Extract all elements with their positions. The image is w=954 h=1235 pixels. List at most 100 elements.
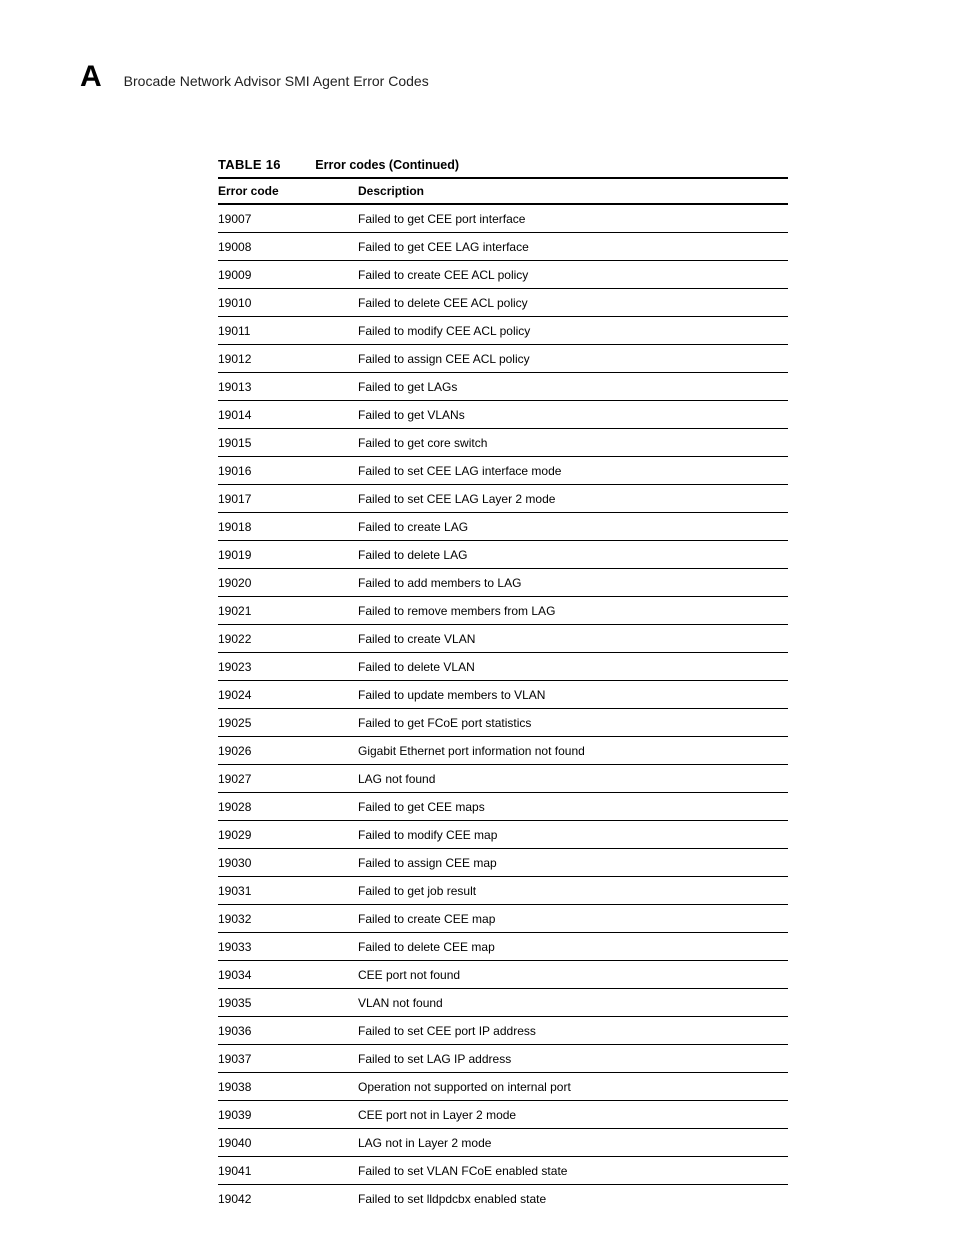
error-code-cell: 19014 [218, 401, 358, 429]
table-row: 19025Failed to get FCoE port statistics [218, 709, 788, 737]
error-desc-cell: Failed to delete VLAN [358, 653, 788, 681]
error-code-cell: 19016 [218, 457, 358, 485]
error-code-cell: 19027 [218, 765, 358, 793]
error-code-cell: 19034 [218, 961, 358, 989]
error-code-cell: 19025 [218, 709, 358, 737]
error-code-cell: 19011 [218, 317, 358, 345]
error-code-cell: 19042 [218, 1185, 358, 1213]
error-desc-cell: Failed to set VLAN FCoE enabled state [358, 1157, 788, 1185]
error-desc-cell: Failed to modify CEE ACL policy [358, 317, 788, 345]
error-desc-cell: Failed to add members to LAG [358, 569, 788, 597]
error-desc-cell: VLAN not found [358, 989, 788, 1017]
table-row: 19015Failed to get core switch [218, 429, 788, 457]
table-row: 19008Failed to get CEE LAG interface [218, 233, 788, 261]
page-header-title: Brocade Network Advisor SMI Agent Error … [124, 73, 429, 89]
error-code-cell: 19022 [218, 625, 358, 653]
table-row: 19037Failed to set LAG IP address [218, 1045, 788, 1073]
error-code-cell: 19009 [218, 261, 358, 289]
col-header-code: Error code [218, 179, 358, 204]
table-row: 19035VLAN not found [218, 989, 788, 1017]
page-header: A Brocade Network Advisor SMI Agent Erro… [80, 60, 874, 94]
error-desc-cell: Gigabit Ethernet port information not fo… [358, 737, 788, 765]
error-code-cell: 19012 [218, 345, 358, 373]
error-desc-cell: Failed to create LAG [358, 513, 788, 541]
error-desc-cell: Failed to get job result [358, 877, 788, 905]
error-codes-table: Error code Description 19007Failed to ge… [218, 179, 788, 1212]
error-desc-cell: Operation not supported on internal port [358, 1073, 788, 1101]
table-row: 19029Failed to modify CEE map [218, 821, 788, 849]
table-row: 19012Failed to assign CEE ACL policy [218, 345, 788, 373]
error-desc-cell: Failed to get FCoE port statistics [358, 709, 788, 737]
table-row: 19034CEE port not found [218, 961, 788, 989]
table-row: 19031Failed to get job result [218, 877, 788, 905]
error-code-cell: 19040 [218, 1129, 358, 1157]
table-caption-title: Error codes (Continued) [315, 158, 459, 172]
error-desc-cell: Failed to get CEE maps [358, 793, 788, 821]
table-row: 19032Failed to create CEE map [218, 905, 788, 933]
table-header-row: Error code Description [218, 179, 788, 204]
error-code-cell: 19032 [218, 905, 358, 933]
error-code-cell: 19033 [218, 933, 358, 961]
error-code-cell: 19030 [218, 849, 358, 877]
error-code-cell: 19036 [218, 1017, 358, 1045]
error-code-cell: 19024 [218, 681, 358, 709]
error-desc-cell: Failed to modify CEE map [358, 821, 788, 849]
error-code-cell: 19037 [218, 1045, 358, 1073]
table-row: 19024Failed to update members to VLAN [218, 681, 788, 709]
error-desc-cell: LAG not in Layer 2 mode [358, 1129, 788, 1157]
error-desc-cell: Failed to get CEE LAG interface [358, 233, 788, 261]
error-desc-cell: Failed to remove members from LAG [358, 597, 788, 625]
error-desc-cell: Failed to delete CEE ACL policy [358, 289, 788, 317]
error-code-cell: 19026 [218, 737, 358, 765]
table-row: 19019Failed to delete LAG [218, 541, 788, 569]
error-desc-cell: Failed to get LAGs [358, 373, 788, 401]
error-code-cell: 19038 [218, 1073, 358, 1101]
table-row: 19017Failed to set CEE LAG Layer 2 mode [218, 485, 788, 513]
error-code-cell: 19039 [218, 1101, 358, 1129]
error-code-cell: 19023 [218, 653, 358, 681]
error-desc-cell: Failed to set CEE LAG Layer 2 mode [358, 485, 788, 513]
error-desc-cell: Failed to set lldpdcbx enabled state [358, 1185, 788, 1213]
error-code-cell: 19029 [218, 821, 358, 849]
table-row: 19036Failed to set CEE port IP address [218, 1017, 788, 1045]
error-desc-cell: Failed to get CEE port interface [358, 204, 788, 233]
error-code-cell: 19019 [218, 541, 358, 569]
error-desc-cell: CEE port not found [358, 961, 788, 989]
table-row: 19033Failed to delete CEE map [218, 933, 788, 961]
error-desc-cell: Failed to set CEE LAG interface mode [358, 457, 788, 485]
table-row: 19038Operation not supported on internal… [218, 1073, 788, 1101]
error-code-cell: 19013 [218, 373, 358, 401]
error-code-cell: 19007 [218, 204, 358, 233]
error-code-cell: 19008 [218, 233, 358, 261]
page: A Brocade Network Advisor SMI Agent Erro… [0, 0, 954, 1235]
error-codes-table-wrap: TABLE 16 Error codes (Continued) Error c… [218, 156, 788, 1212]
table-row: 19039CEE port not in Layer 2 mode [218, 1101, 788, 1129]
error-code-cell: 19017 [218, 485, 358, 513]
table-row: 19018Failed to create LAG [218, 513, 788, 541]
error-desc-cell: Failed to create VLAN [358, 625, 788, 653]
error-desc-cell: Failed to set LAG IP address [358, 1045, 788, 1073]
table-row: 19013Failed to get LAGs [218, 373, 788, 401]
error-desc-cell: Failed to get core switch [358, 429, 788, 457]
error-code-cell: 19028 [218, 793, 358, 821]
error-desc-cell: Failed to assign CEE map [358, 849, 788, 877]
error-desc-cell: Failed to set CEE port IP address [358, 1017, 788, 1045]
table-row: 19007Failed to get CEE port interface [218, 204, 788, 233]
table-row: 19011Failed to modify CEE ACL policy [218, 317, 788, 345]
error-desc-cell: Failed to get VLANs [358, 401, 788, 429]
error-code-cell: 19035 [218, 989, 358, 1017]
table-row: 19021Failed to remove members from LAG [218, 597, 788, 625]
error-desc-cell: Failed to create CEE map [358, 905, 788, 933]
table-row: 19042Failed to set lldpdcbx enabled stat… [218, 1185, 788, 1213]
col-header-desc: Description [358, 179, 788, 204]
error-code-cell: 19020 [218, 569, 358, 597]
error-code-cell: 19010 [218, 289, 358, 317]
table-row: 19020Failed to add members to LAG [218, 569, 788, 597]
table-row: 19016Failed to set CEE LAG interface mod… [218, 457, 788, 485]
error-code-cell: 19018 [218, 513, 358, 541]
error-desc-cell: CEE port not in Layer 2 mode [358, 1101, 788, 1129]
table-row: 19028Failed to get CEE maps [218, 793, 788, 821]
error-code-cell: 19041 [218, 1157, 358, 1185]
table-row: 19022Failed to create VLAN [218, 625, 788, 653]
table-row: 19041Failed to set VLAN FCoE enabled sta… [218, 1157, 788, 1185]
